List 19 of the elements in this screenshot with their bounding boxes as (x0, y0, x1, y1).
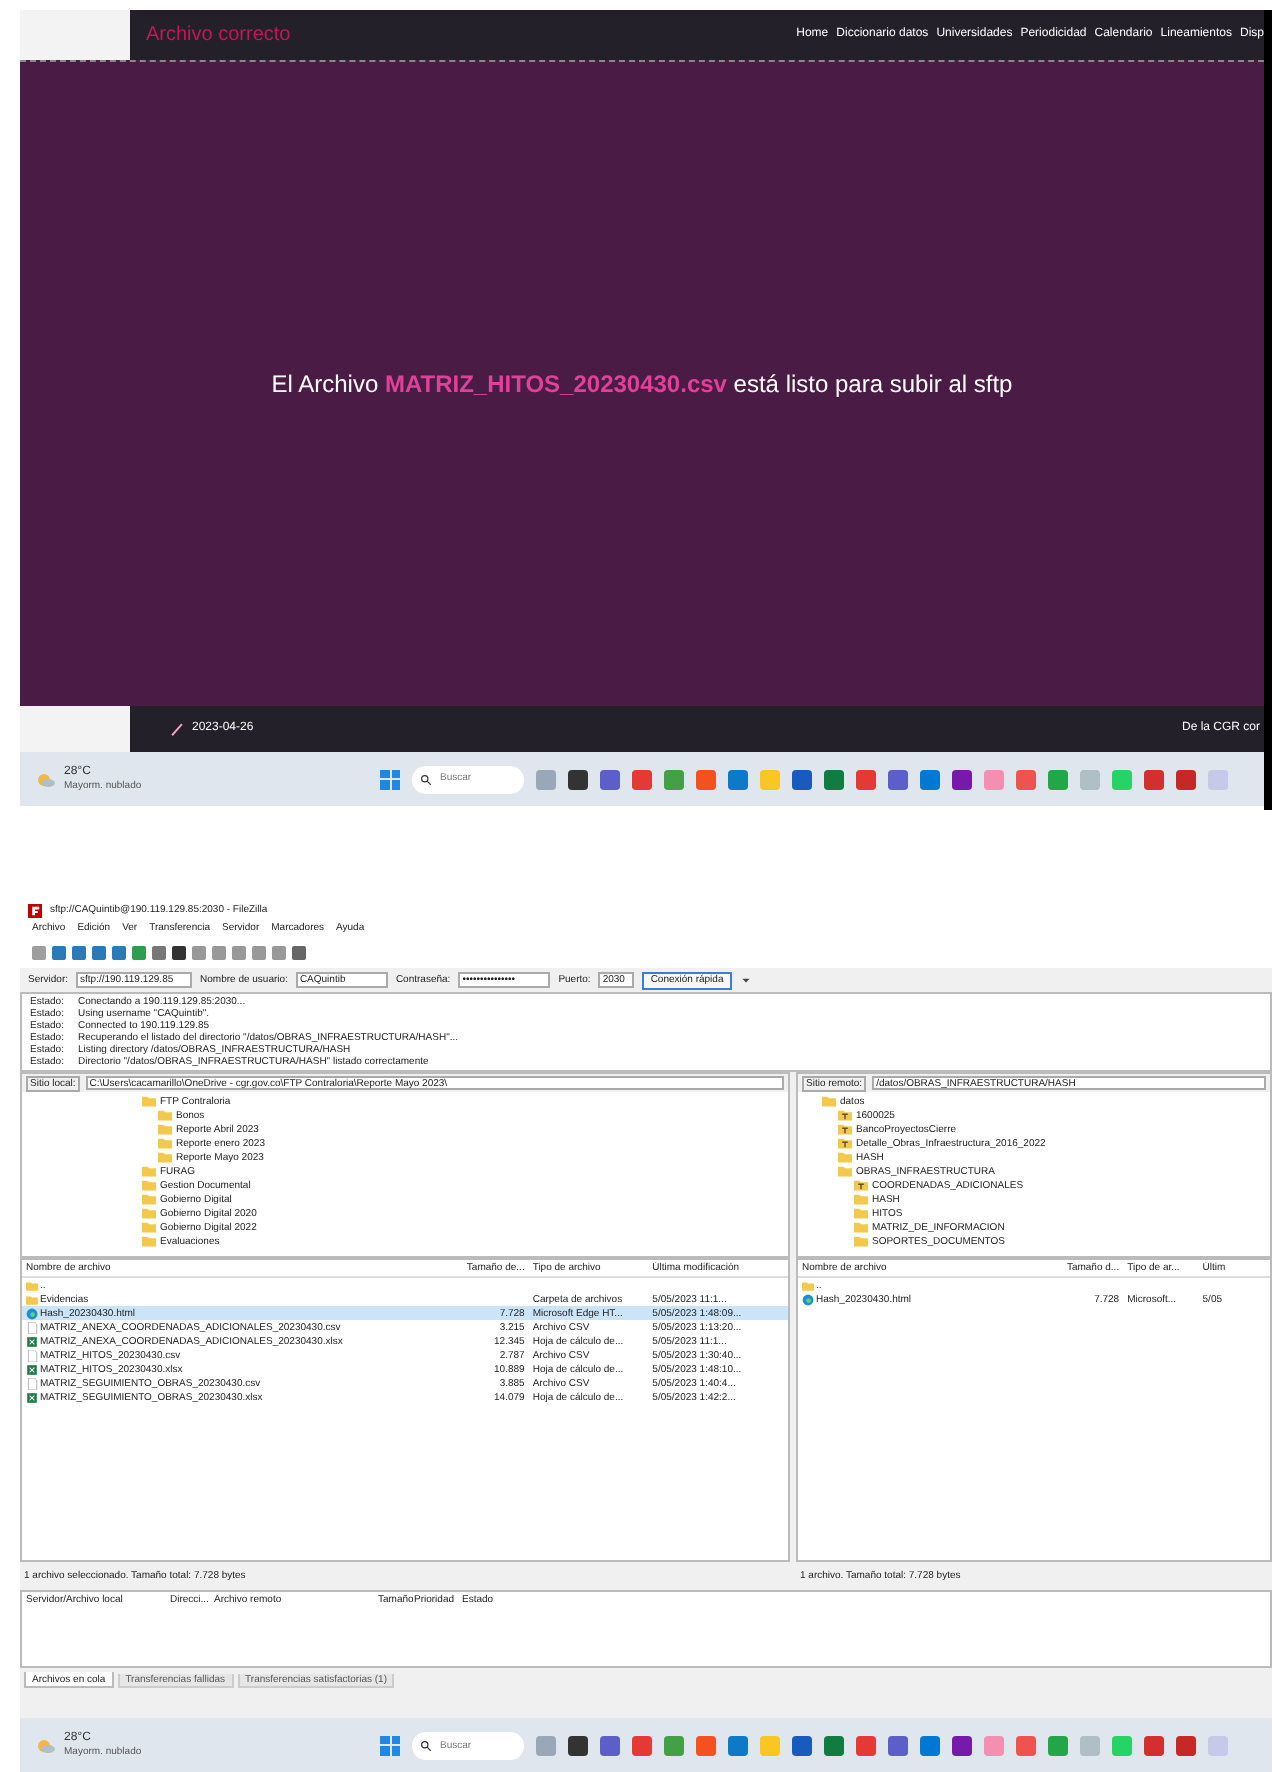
start-button[interactable] (380, 769, 400, 789)
dropdown-caret-icon (739, 974, 752, 986)
cloud-sun-icon (36, 769, 56, 789)
side-panel (20, 706, 130, 752)
start-button[interactable] (380, 1735, 400, 1755)
spreadsheet-icon (26, 1335, 38, 1347)
document-icon (26, 1349, 38, 1361)
document-icon (26, 1377, 38, 1389)
search-icon (420, 773, 432, 785)
folder-icon (802, 1279, 814, 1291)
search-icon (420, 1739, 432, 1751)
feather-icon (170, 722, 184, 736)
side-panel (20, 10, 130, 60)
browser-file-icon (26, 1307, 38, 1319)
upload-ready-message: El Archivo MATRIZ_HITOS_20230430.csv está listo para subir al sftp (271, 368, 1013, 402)
browser-file-icon (802, 1293, 814, 1305)
cloud-sun-icon (36, 1735, 56, 1755)
spreadsheet-icon (26, 1363, 38, 1375)
spreadsheet-icon (26, 1391, 38, 1403)
